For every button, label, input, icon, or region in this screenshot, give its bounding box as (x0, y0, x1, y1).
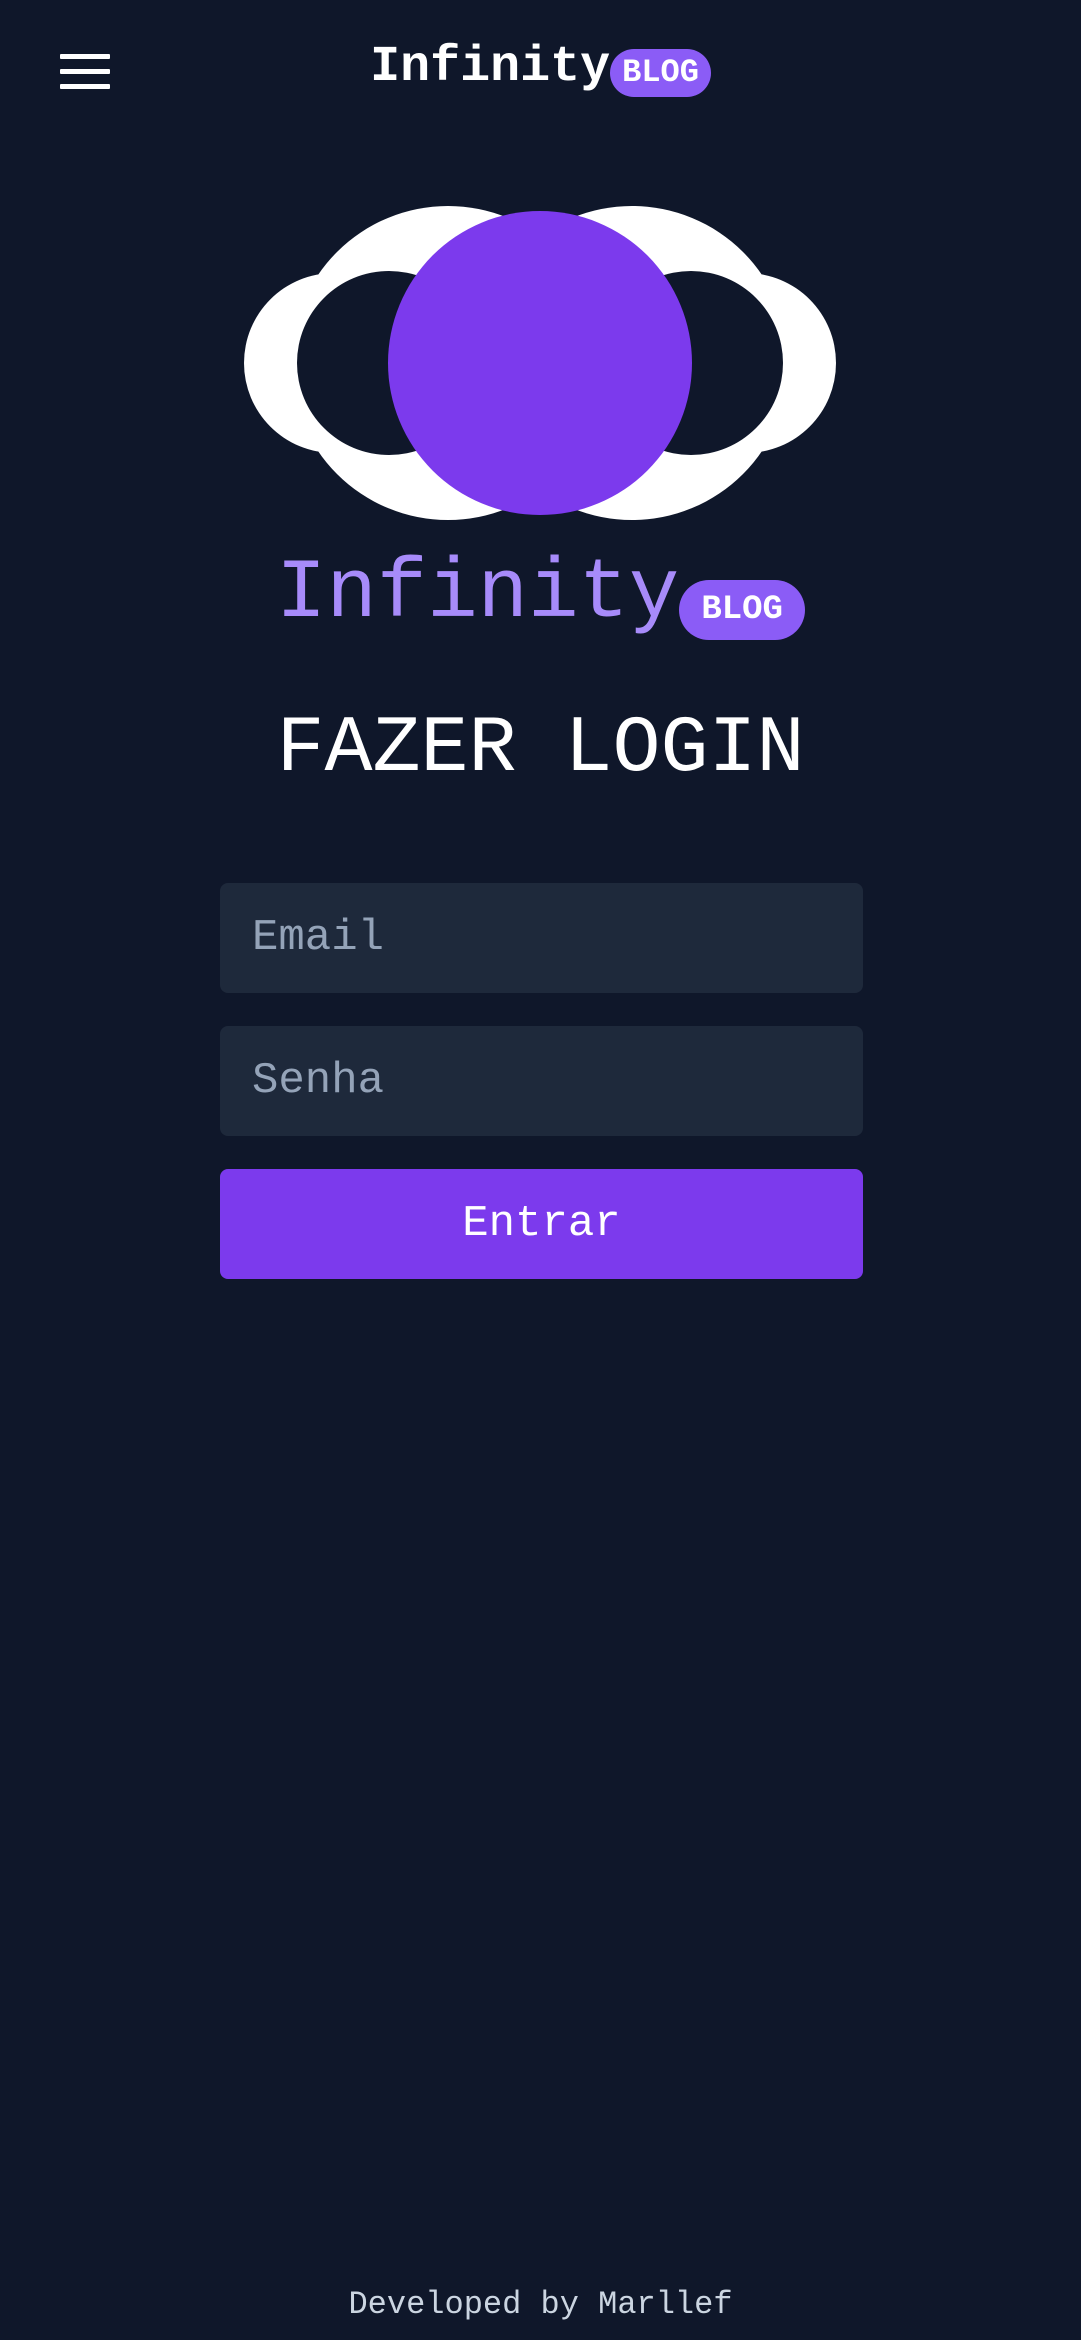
top-bar: Infinity BLOG (0, 0, 1081, 140)
login-button[interactable]: Entrar (220, 1169, 863, 1279)
header-brand-badge: BLOG (610, 49, 711, 97)
hero-brand: Infinity BLOG (0, 545, 1081, 645)
hero-brand-badge: BLOG (679, 580, 805, 640)
header-brand[interactable]: Infinity BLOG (0, 38, 1081, 98)
email-field[interactable] (220, 883, 863, 993)
login-page: InfinityBLOG InfinityBLOG FAZER LOGIN En… (0, 0, 1081, 2340)
page-title: FAZER LOGIN (276, 704, 805, 795)
hero-brand-name: Infinity (276, 547, 680, 642)
logo-center-orb (388, 211, 692, 515)
infinity-logo-icon (244, 206, 836, 520)
header-brand-name: Infinity (370, 39, 611, 96)
password-field[interactable] (220, 1026, 863, 1136)
footer-credit: Developed by Marllef (348, 2286, 733, 2323)
